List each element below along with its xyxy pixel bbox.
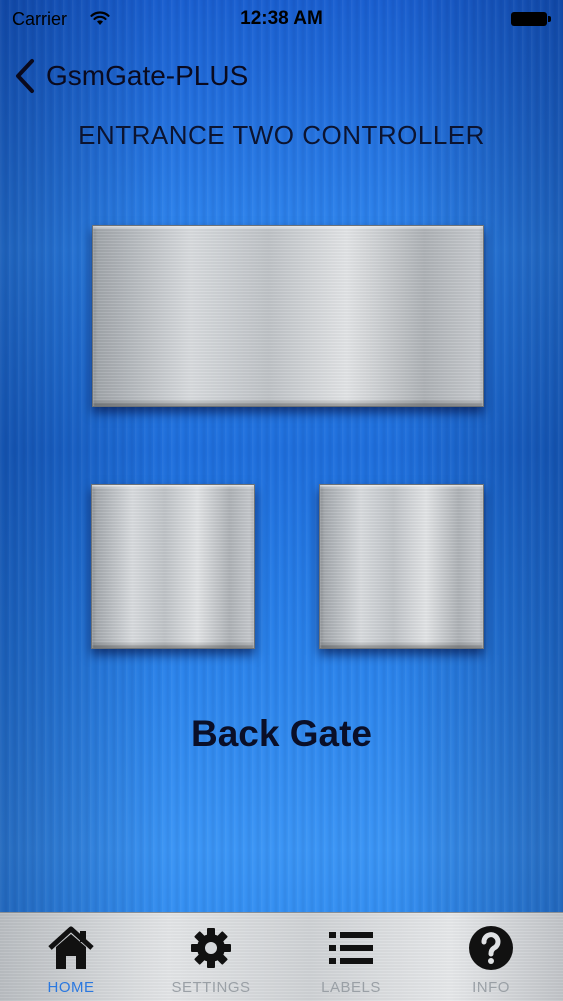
home-icon <box>48 926 94 969</box>
tab-settings-label: SETTINGS <box>171 979 251 996</box>
question-icon <box>469 926 513 970</box>
status-bar: Carrier 12:38 AM <box>0 0 563 40</box>
tab-home-label: HOME <box>47 979 95 996</box>
gate-right-button[interactable] <box>319 484 484 649</box>
tab-labels-label: LABELS <box>321 979 381 996</box>
back-button-label: GsmGate-PLUS <box>46 60 249 91</box>
battery-icon <box>511 12 551 26</box>
gate-name-label: Back Gate <box>191 713 372 754</box>
gate-open-button[interactable] <box>92 225 484 407</box>
tab-info-label: INFO <box>472 979 510 996</box>
gate-left-button[interactable] <box>91 484 255 649</box>
list-icon <box>329 932 373 964</box>
tab-settings[interactable]: SETTINGS <box>141 913 281 1001</box>
tab-home[interactable]: HOME <box>1 913 141 1001</box>
gear-icon <box>191 928 231 968</box>
tab-bar: HOME SETTINGS LABELS INFO <box>0 912 563 1001</box>
page-title: ENTRANCE TWO CONTROLLER <box>78 120 485 150</box>
status-time: 12:38 AM <box>240 8 323 29</box>
chevron-left-icon <box>16 59 34 93</box>
tab-labels[interactable]: LABELS <box>281 913 421 1001</box>
tab-info[interactable]: INFO <box>421 913 561 1001</box>
back-button[interactable]: GsmGate-PLUS <box>12 56 248 96</box>
